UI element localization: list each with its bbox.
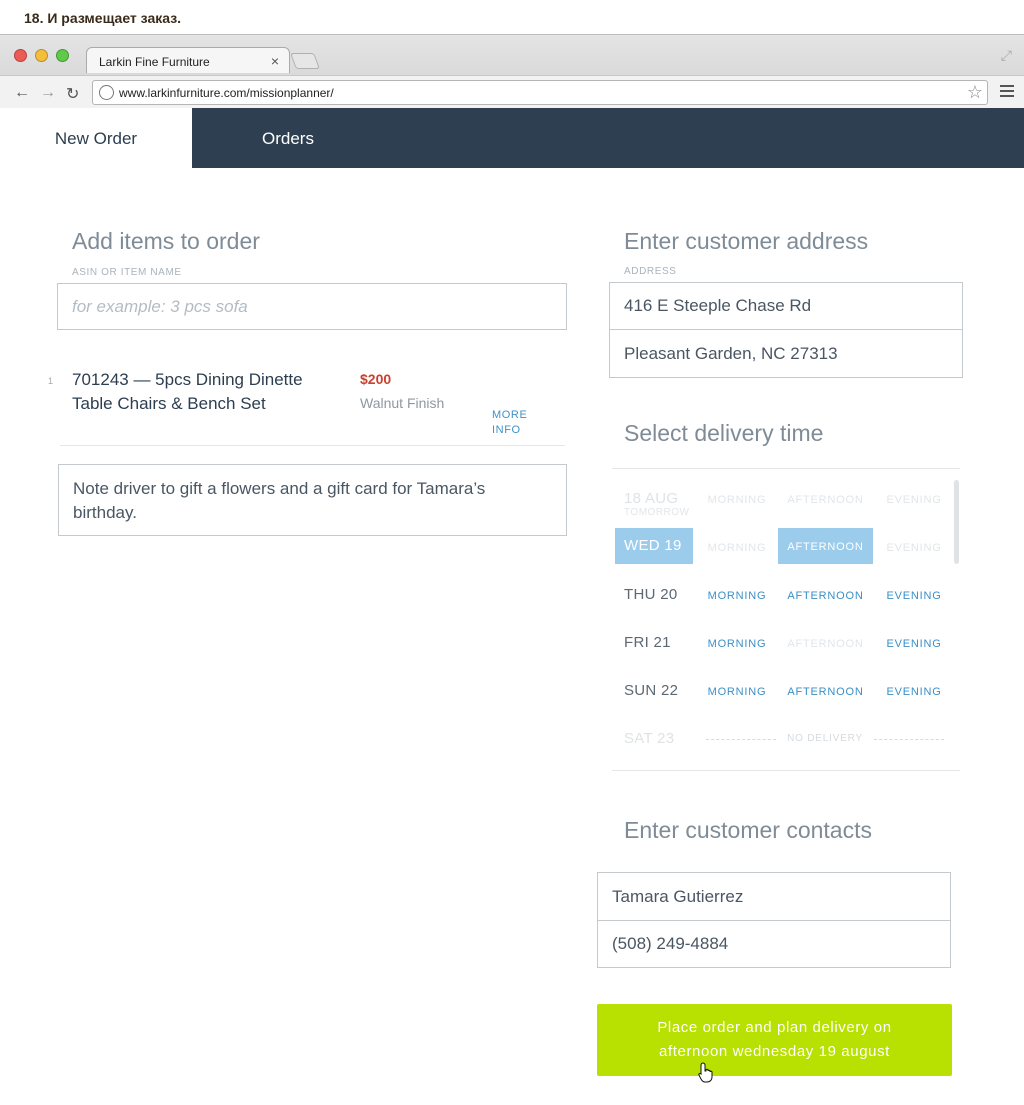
item-search-input[interactable]: for example: 3 pcs sofa (57, 283, 567, 330)
window-controls (14, 49, 69, 62)
day-sub-label: TOMORROW (624, 507, 690, 518)
slot-morning[interactable]: MORNING (700, 590, 774, 602)
item-search-placeholder: for example: 3 pcs sofa (72, 297, 248, 316)
day-label: FRI 21 (624, 634, 671, 651)
browser-tab-title: Larkin Fine Furniture (99, 55, 210, 69)
page-caption: 18. И размещает заказ. (24, 10, 182, 26)
browser-tab[interactable]: Larkin Fine Furniture × (86, 47, 290, 73)
tab-orders[interactable]: Orders (192, 108, 384, 168)
app-nav: New Order Orders (0, 108, 1024, 168)
item-finish: Walnut Finish (360, 395, 445, 411)
slot-evening[interactable]: EVENING (878, 686, 950, 698)
slot-evening: EVENING (886, 542, 942, 554)
fullscreen-icon[interactable]: ⤢ (1001, 47, 1012, 64)
address-line1-field[interactable]: 416 E Steeple Chase Rd (609, 282, 963, 330)
item-title: 701243 — 5pcs Dining Dinette Table Chair… (72, 370, 303, 413)
bookmark-star-icon[interactable]: ☆ (967, 82, 983, 103)
close-window-button[interactable] (14, 49, 27, 62)
forward-arrow-icon[interactable]: → (40, 84, 56, 102)
tab-new-order[interactable]: New Order (0, 108, 192, 168)
slot-evening[interactable]: EVENING (878, 590, 950, 602)
slot-afternoon: AFTERNOON (787, 638, 864, 650)
item-index: 1 (48, 376, 54, 386)
url-text: www.larkinfurniture.com/missionplanner/ (119, 86, 334, 100)
item-search-label: ASIN OR ITEM NAME (72, 267, 182, 278)
items-section-title: Add items to order (72, 228, 260, 254)
driver-note-field[interactable]: Note driver to gift a flowers and a gift… (58, 464, 567, 536)
slot-evening: EVENING (886, 494, 942, 506)
address-section-title: Enter customer address (624, 228, 869, 254)
reload-icon[interactable]: ↻ (66, 84, 79, 104)
no-delivery-label: NO DELIVERY (706, 733, 944, 744)
slot-afternoon[interactable]: AFTERNOON (778, 590, 873, 602)
day-label-selected[interactable]: WED 19 (615, 528, 693, 564)
day-label: SAT 23 (624, 730, 675, 747)
delivery-scrollbar[interactable] (954, 480, 959, 564)
hand-cursor-icon (698, 1062, 713, 1083)
customer-name-field[interactable]: Tamara Gutierrez (597, 872, 951, 921)
slot-morning: MORNING (707, 542, 767, 554)
back-arrow-icon[interactable]: ← (14, 84, 30, 102)
minimize-window-button[interactable] (35, 49, 48, 62)
customer-phone-field[interactable]: (508) 249-4884 (597, 920, 951, 968)
slot-morning[interactable]: MORNING (700, 686, 774, 698)
zoom-window-button[interactable] (56, 49, 69, 62)
contacts-section-title: Enter customer contacts (624, 817, 872, 843)
more-info-link[interactable]: MORE INFO (492, 408, 542, 438)
slot-morning[interactable]: MORNING (700, 638, 774, 650)
day-label: 18 AUG (624, 490, 679, 507)
divider (612, 770, 960, 771)
delivery-section-title: Select delivery time (624, 420, 824, 446)
day-label: SUN 22 (624, 682, 679, 699)
slot-morning: MORNING (707, 494, 767, 506)
browser-toolbar: ← → ↻ www.larkinfurniture.com/missionpla… (0, 75, 1024, 109)
globe-icon (99, 85, 114, 100)
browser-chrome: Larkin Fine Furniture × ⤢ ← → ↻ www.lark… (0, 34, 1024, 109)
slot-afternoon[interactable]: AFTERNOON (778, 686, 873, 698)
divider (612, 468, 960, 469)
new-tab-button[interactable] (290, 53, 320, 69)
divider (60, 445, 565, 446)
slot-afternoon-selected[interactable]: AFTERNOON (778, 528, 873, 564)
address-label: ADDRESS (624, 266, 677, 277)
menu-icon[interactable] (1000, 85, 1014, 100)
address-bar[interactable]: www.larkinfurniture.com/missionplanner/ … (92, 80, 988, 105)
address-line2-field[interactable]: Pleasant Garden, NC 27313 (609, 329, 963, 378)
close-tab-icon[interactable]: × (271, 53, 279, 69)
item-price: $200 (360, 371, 392, 387)
day-label: THU 20 (624, 586, 678, 603)
slot-afternoon: AFTERNOON (787, 494, 864, 506)
place-order-button[interactable]: Place order and plan delivery on afterno… (597, 1004, 952, 1076)
slot-evening[interactable]: EVENING (878, 638, 950, 650)
